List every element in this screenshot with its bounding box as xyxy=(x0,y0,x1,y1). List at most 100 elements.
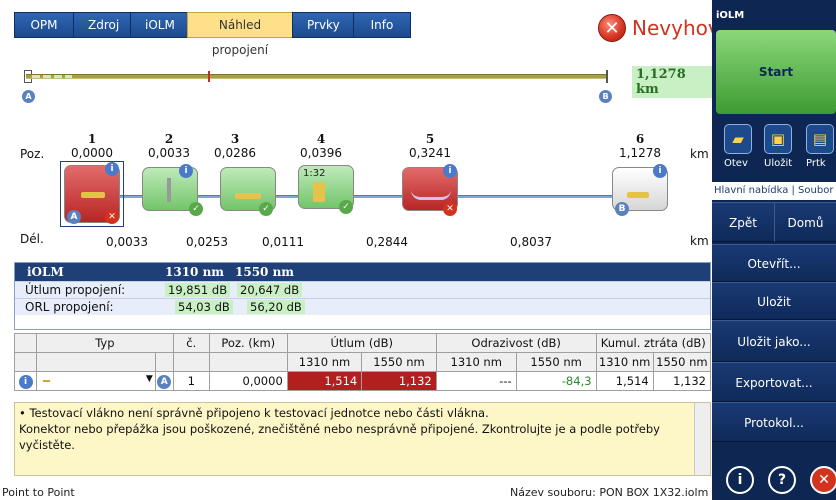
element-connector[interactable]: ✓ xyxy=(220,167,276,216)
link-end-b-icon: B xyxy=(599,90,612,103)
toolbar-open-label: Otev xyxy=(724,158,748,169)
menu-open-button[interactable]: Otevřít... xyxy=(712,244,836,282)
pass-icon: ✓ xyxy=(189,202,203,216)
header-odrazivost[interactable]: Odrazivost (dB) xyxy=(435,333,597,353)
link-cursor[interactable] xyxy=(208,71,210,82)
header-cell xyxy=(154,352,174,372)
link-end-marker xyxy=(606,70,608,83)
event-number: 1 xyxy=(172,371,210,391)
header-kumul-1550: 1550 nm xyxy=(652,352,712,372)
fail-status: ✕ Nevyhov xyxy=(598,14,720,42)
header-cell xyxy=(172,352,210,372)
toolbar-save-label: Uložit xyxy=(764,158,793,169)
event-table: Typ č. Poz. (km) Útlum (dB) Odrazivost (… xyxy=(14,333,712,391)
header-kumul[interactable]: Kumul. ztráta (dB) xyxy=(595,333,712,353)
header-utlum-1550: 1550 nm xyxy=(361,352,437,372)
position-value: 0,0286 xyxy=(214,146,256,160)
file-name: Název souboru: PON BOX 1X32.iolm xyxy=(510,486,709,499)
home-button[interactable]: Domů xyxy=(774,202,836,242)
status-bar: Point to Point Název souboru: PON BOX 1X… xyxy=(0,484,712,500)
tab-iolm[interactable]: iOLM xyxy=(130,12,188,38)
tab-info[interactable]: Info xyxy=(353,12,411,38)
position-number: 2 xyxy=(164,132,174,146)
info-icon: i xyxy=(105,162,119,176)
length-value: 0,8037 xyxy=(510,235,552,249)
link-loss-label: Útlum propojení: xyxy=(25,283,126,297)
report-icon[interactable]: ▤ xyxy=(806,124,834,154)
row-end-cell: A xyxy=(154,371,174,391)
positions-unit: km xyxy=(690,147,709,161)
position-2: 2 0,0033 xyxy=(139,132,199,160)
header-cislo[interactable]: č. xyxy=(172,333,210,353)
connector-type-icon: ━ xyxy=(43,374,50,388)
element-connector-a[interactable]: i A ✕ xyxy=(64,162,120,224)
row-info-cell[interactable]: i xyxy=(14,371,37,391)
menu-save-button[interactable]: Uložit xyxy=(712,282,836,320)
event-position: 0,0000 xyxy=(208,371,288,391)
info-icon: i xyxy=(653,164,667,178)
open-folder-icon[interactable]: ▰ xyxy=(724,124,752,154)
connector-icon xyxy=(627,192,649,198)
position-number: 1 xyxy=(87,132,97,146)
table-row[interactable]: i ━ ▼ A 1 0,0000 1,514 1,132 --- -84,3 1,… xyxy=(14,371,712,391)
iolm-summary-table: iOLM 1310 nm 1550 nm Útlum propojení: 19… xyxy=(14,262,711,330)
type-select[interactable]: ━ ▼ xyxy=(36,371,156,391)
fail-icon: ✕ xyxy=(105,210,119,224)
tab-zdroj[interactable]: Zdroj xyxy=(73,12,131,38)
info-icon[interactable]: i xyxy=(726,466,754,494)
header-utlum[interactable]: Útlum (dB) xyxy=(286,333,437,353)
close-icon[interactable]: ✕ xyxy=(810,466,836,494)
help-icon[interactable]: ? xyxy=(768,466,796,494)
info-icon[interactable]: i xyxy=(18,375,33,389)
message-line: Konektor nebo přepážka jsou poškozené, z… xyxy=(19,422,660,436)
splitter-ratio: 1:32 xyxy=(303,168,326,179)
position-1: 1 0,0000 xyxy=(62,132,122,160)
tab-nahled-propojeni[interactable]: Náhled propojení xyxy=(187,12,293,57)
element-splice[interactable]: i ✓ xyxy=(142,164,203,216)
link-total-length: 1,1278 km xyxy=(632,66,712,98)
chevron-down-icon[interactable]: ▼ xyxy=(146,374,155,384)
position-value: 0,0396 xyxy=(300,146,342,160)
info-icon: i xyxy=(443,164,457,178)
message-scrollbar[interactable] xyxy=(694,403,710,475)
save-icon[interactable]: ▣ xyxy=(764,124,792,154)
breadcrumb: Hlavní nabídka | Soubor xyxy=(712,182,836,200)
tab-opm[interactable]: OPM xyxy=(14,12,74,38)
position-number: 6 xyxy=(635,132,645,146)
link-orl-row: ORL propojení: 54,03 dB 56,20 dB xyxy=(15,298,710,315)
menu-report-button[interactable]: Protokol... xyxy=(712,402,836,442)
position-value: 0,3241 xyxy=(409,146,451,160)
iolm-summary-header: iOLM 1310 nm 1550 nm xyxy=(15,263,710,281)
position-value: 0,0000 xyxy=(71,146,113,160)
start-button[interactable]: Start xyxy=(716,30,836,114)
length-value: 0,0033 xyxy=(106,235,148,249)
element-splitter[interactable]: 1:32 ✓ xyxy=(298,165,354,214)
position-value: 0,0033 xyxy=(148,146,190,160)
header-cell xyxy=(14,333,37,353)
sidebar-title: iOLM xyxy=(716,10,745,21)
element-end-b[interactable]: i B xyxy=(612,164,668,216)
link-orl-1310: 54,03 dB xyxy=(175,300,233,314)
back-button[interactable]: Zpět xyxy=(712,202,774,242)
end-b-icon: B xyxy=(615,202,629,216)
iolm-summary-title: iOLM xyxy=(27,265,64,279)
bend-icon xyxy=(411,190,451,200)
header-utlum-1310: 1310 nm xyxy=(286,352,363,372)
link-orl-label: ORL propojení: xyxy=(25,300,114,314)
event-table-subheader: 1310 nm 1550 nm 1310 nm 1550 nm 1310 nm 155… xyxy=(14,352,712,372)
header-cell xyxy=(36,352,156,372)
position-value: 1,1278 xyxy=(619,146,661,160)
header-typ[interactable]: Typ xyxy=(36,333,174,353)
menu-export-button[interactable]: Exportovat... xyxy=(712,362,836,402)
position-5: 5 0,3241 xyxy=(400,132,460,160)
element-macrobend[interactable]: i ✕ xyxy=(402,164,458,216)
menu-save-as-button[interactable]: Uložit jako... xyxy=(712,320,836,362)
header-pozice[interactable]: Poz. (km) xyxy=(208,333,288,353)
header-cell xyxy=(14,352,37,372)
tab-prvky[interactable]: Prvky xyxy=(292,12,354,38)
link-orl-1550: 56,20 dB xyxy=(247,300,305,314)
link-overview-fiber xyxy=(26,74,608,79)
end-a-icon: A xyxy=(67,210,81,224)
lengths-label: Dél. xyxy=(20,232,44,246)
position-number: 5 xyxy=(425,132,435,146)
